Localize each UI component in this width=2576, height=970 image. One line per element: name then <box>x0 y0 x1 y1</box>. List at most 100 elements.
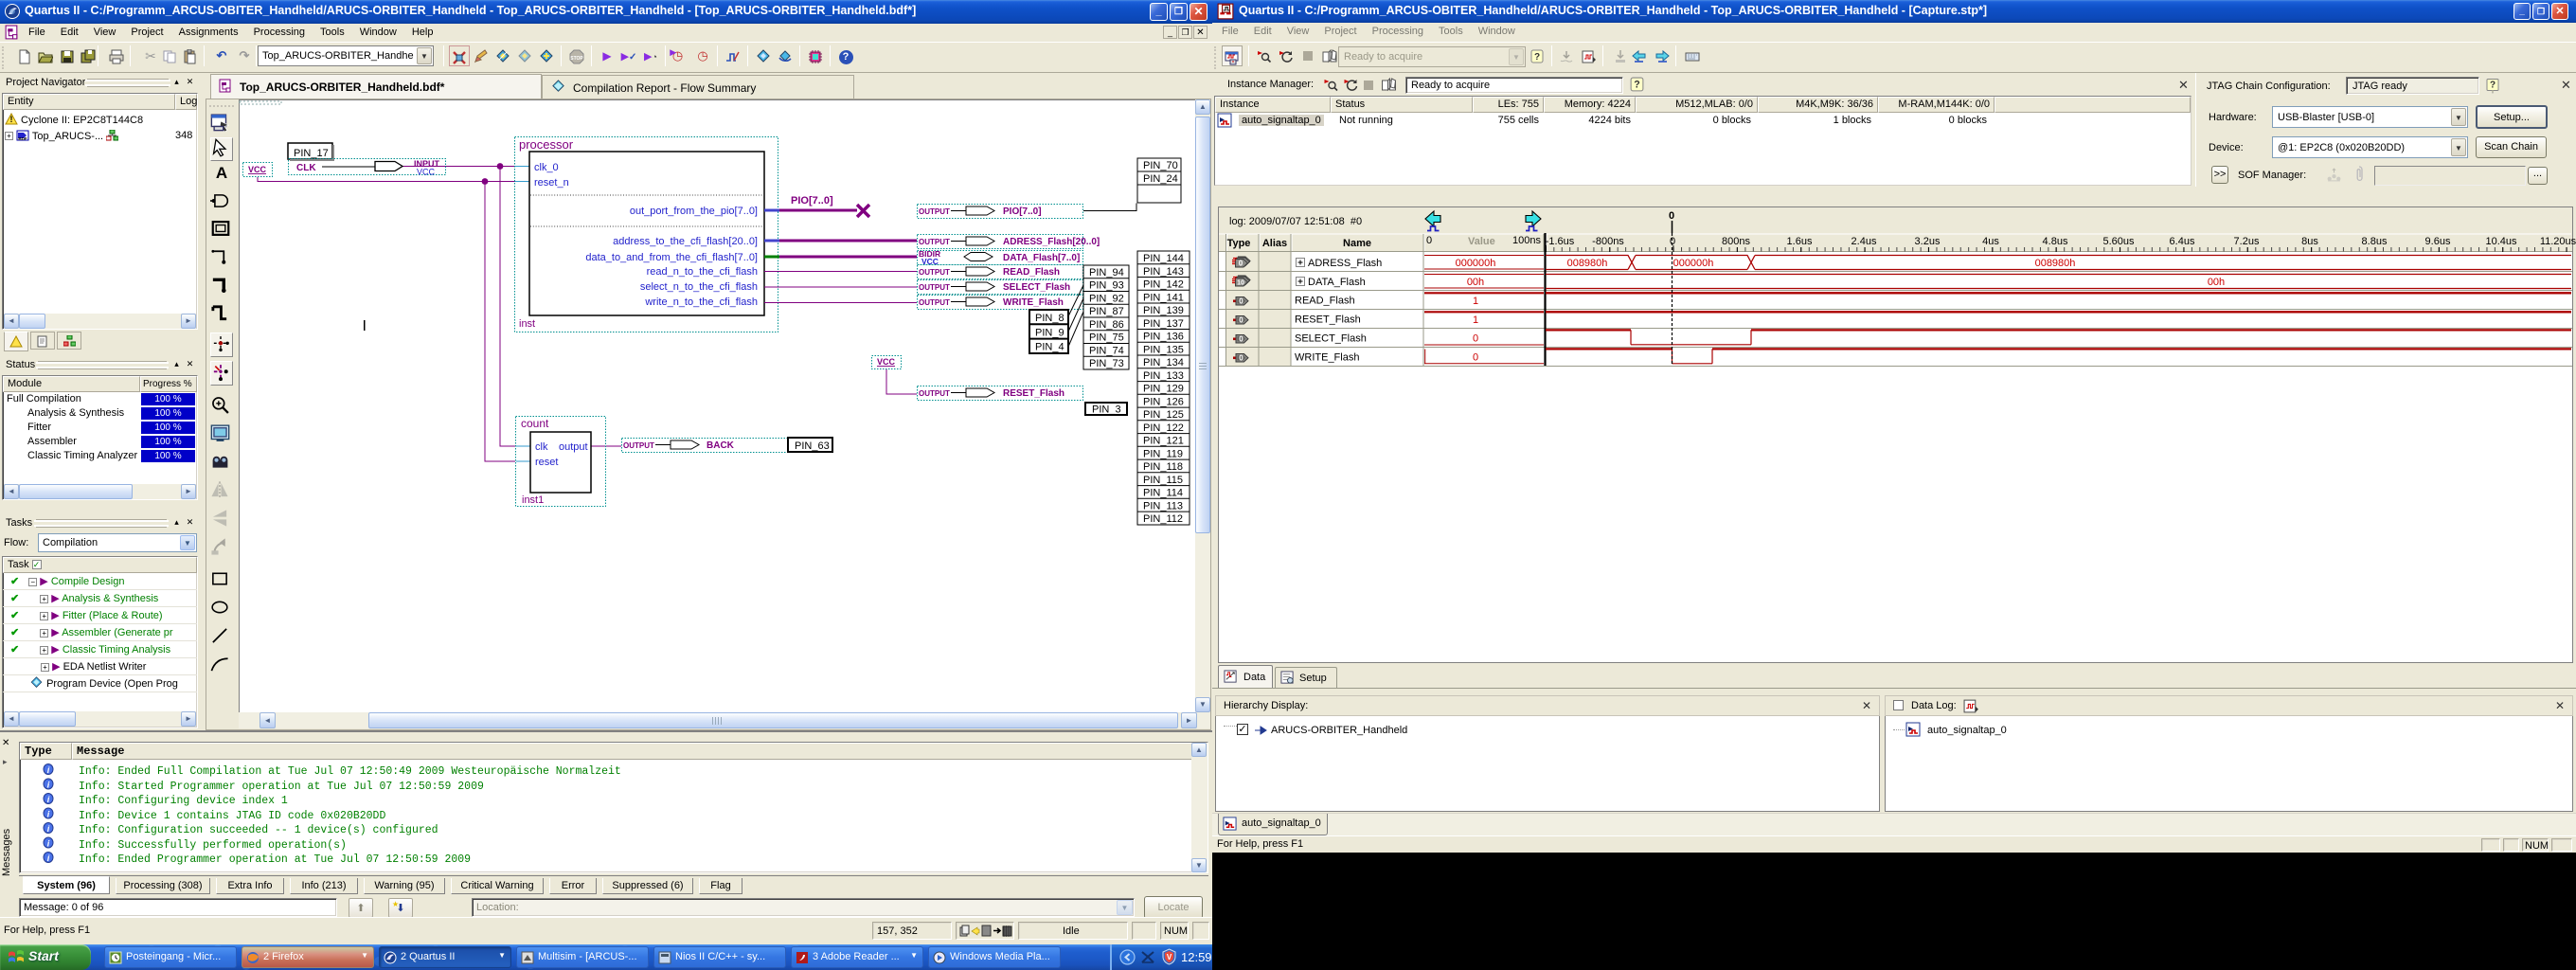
svg-text:4.8us: 4.8us <box>2043 236 2068 247</box>
svg-text:?: ? <box>2490 81 2496 91</box>
svg-text:9.6us: 9.6us <box>2425 236 2451 247</box>
svg-text:RESET_Flash: RESET_Flash <box>1295 314 1361 326</box>
svg-text:1: 1 <box>1473 296 1478 307</box>
svg-text:PIN_137: PIN_137 <box>1143 318 1184 330</box>
svg-text:VCC: VCC <box>248 165 267 174</box>
svg-text:1: 1 <box>1473 314 1478 326</box>
svg-text:7.2us: 7.2us <box>2234 236 2260 247</box>
svg-text:PIN_70: PIN_70 <box>1143 160 1178 171</box>
svg-text:reset_n: reset_n <box>534 177 569 189</box>
svg-text:100ns: 100ns <box>1512 235 1541 246</box>
svg-text:READ_Flash: READ_Flash <box>1295 296 1355 307</box>
svg-text:PIN_114: PIN_114 <box>1143 488 1183 499</box>
svg-text:OUTPUT: OUTPUT <box>919 238 950 246</box>
svg-text:address_to_the_cfi_flash[20..0: address_to_the_cfi_flash[20..0] <box>613 236 758 247</box>
svg-text:PIN_136: PIN_136 <box>1143 332 1184 343</box>
svg-text:WRITE_Flash: WRITE_Flash <box>1003 297 1064 308</box>
svg-text:PIN_121: PIN_121 <box>1143 436 1184 447</box>
svg-text:PIN_3: PIN_3 <box>1092 404 1121 416</box>
svg-text:0: 0 <box>1669 210 1674 222</box>
svg-text:0: 0 <box>1426 235 1432 246</box>
svg-text:PIN_8: PIN_8 <box>1035 313 1064 324</box>
svg-text:Alias: Alias <box>1262 238 1287 249</box>
svg-text:PIN_122: PIN_122 <box>1143 422 1184 434</box>
svg-text:SELECT_Flash: SELECT_Flash <box>1003 282 1070 293</box>
svg-text:10.4us: 10.4us <box>2485 236 2517 247</box>
svg-text:output: output <box>559 441 588 453</box>
svg-text:PIN_118: PIN_118 <box>1143 461 1183 473</box>
svg-text:PIN_143: PIN_143 <box>1143 266 1184 278</box>
svg-text:VCC: VCC <box>417 168 436 177</box>
svg-text:PIN_115: PIN_115 <box>1143 475 1183 486</box>
svg-text:008980h: 008980h <box>2035 258 2076 269</box>
svg-text:write_n_to_the_cfi_flash: write_n_to_the_cfi_flash <box>644 296 758 308</box>
svg-text:10: 10 <box>1237 280 1244 287</box>
svg-text:processor: processor <box>519 137 574 152</box>
svg-text:Name: Name <box>1343 238 1371 249</box>
svg-text:Type: Type <box>1227 238 1251 249</box>
svg-text:PIN_86: PIN_86 <box>1089 319 1124 331</box>
svg-text:6.4us: 6.4us <box>2170 236 2195 247</box>
svg-text:PIN_135: PIN_135 <box>1143 344 1184 355</box>
svg-text:PIN_9: PIN_9 <box>1035 327 1064 338</box>
svg-text:PIN_133: PIN_133 <box>1143 370 1184 382</box>
svg-text:PIN_119: PIN_119 <box>1143 448 1183 459</box>
svg-text:PIN_112: PIN_112 <box>1143 513 1183 525</box>
svg-text:Value: Value <box>1468 236 1495 247</box>
svg-text:-800ns: -800ns <box>1592 236 1624 247</box>
svg-text:PIN_92: PIN_92 <box>1089 294 1124 305</box>
svg-text:PIN_75: PIN_75 <box>1089 332 1124 344</box>
svg-text:CLK: CLK <box>296 163 316 173</box>
svg-text:BACK: BACK <box>707 440 735 451</box>
svg-text:PIN_113: PIN_113 <box>1143 500 1183 512</box>
svg-text:OUTPUT: OUTPUT <box>919 283 950 292</box>
svg-text:V: V <box>1167 953 1172 961</box>
svg-text:STOP: STOP <box>570 56 583 62</box>
svg-text:VCC: VCC <box>877 357 896 367</box>
svg-text:PIO[7..0]: PIO[7..0] <box>791 195 833 207</box>
svg-text:800ns: 800ns <box>1722 236 1750 247</box>
svg-text:OUTPUT: OUTPUT <box>919 298 950 307</box>
svg-text:PIN_73: PIN_73 <box>1089 358 1124 369</box>
svg-text:4us: 4us <box>1982 236 1999 247</box>
svg-text:DATA_Flash[7..0]: DATA_Flash[7..0] <box>1003 253 1080 263</box>
svg-text:-1.6us: -1.6us <box>1546 236 1575 247</box>
svg-text:PIN_126: PIN_126 <box>1143 396 1184 407</box>
svg-text:00h: 00h <box>2208 277 2225 288</box>
svg-text:WRITE_Flash: WRITE_Flash <box>1295 352 1359 364</box>
svg-text:000000h: 000000h <box>1456 258 1496 269</box>
svg-text:1.6us: 1.6us <box>1787 236 1813 247</box>
svg-text:PIN_4: PIN_4 <box>1035 342 1064 353</box>
svg-text:2.4us: 2.4us <box>1852 236 1877 247</box>
svg-text:PIN_94: PIN_94 <box>1089 267 1124 278</box>
svg-text:out_port_from_the_pio[7..0]: out_port_from_the_pio[7..0] <box>630 206 758 217</box>
svg-text:PIO[7..0]: PIO[7..0] <box>1003 207 1042 217</box>
svg-text:!: ! <box>10 115 13 124</box>
svg-text:3.2us: 3.2us <box>1915 236 1941 247</box>
svg-text:PIN_87: PIN_87 <box>1089 306 1124 317</box>
svg-text:PIN_93: PIN_93 <box>1089 280 1124 292</box>
svg-text:PIN_139: PIN_139 <box>1143 305 1184 316</box>
svg-text:PIN_141: PIN_141 <box>1143 292 1184 303</box>
svg-text:PIN_144: PIN_144 <box>1143 253 1184 264</box>
svg-text:PIN_134: PIN_134 <box>1143 357 1184 368</box>
svg-text:0: 0 <box>1473 352 1478 364</box>
svg-text:OUTPUT: OUTPUT <box>623 441 654 450</box>
svg-text:read_n_to_the_cfi_flash: read_n_to_the_cfi_flash <box>647 266 758 278</box>
svg-text:OUTPUT: OUTPUT <box>919 268 950 277</box>
svg-text:PIN_129: PIN_129 <box>1143 384 1184 395</box>
svg-text:?: ? <box>1534 52 1540 63</box>
svg-text:RESET_Flash: RESET_Flash <box>1003 388 1064 399</box>
svg-text:SELECT_Flash: SELECT_Flash <box>1295 333 1367 345</box>
svg-text:BDF: BDF <box>18 136 27 141</box>
svg-text:000000h: 000000h <box>1673 258 1714 269</box>
svg-text:OUTPUT: OUTPUT <box>919 389 950 398</box>
svg-text:8us: 8us <box>2301 236 2318 247</box>
svg-text:ADRESS_Flash[20..0]: ADRESS_Flash[20..0] <box>1003 237 1100 247</box>
svg-text:0: 0 <box>1473 333 1478 345</box>
svg-text:PIN_63: PIN_63 <box>795 440 830 452</box>
svg-text:PIN_142: PIN_142 <box>1143 279 1184 291</box>
svg-text:READ_Flash: READ_Flash <box>1003 267 1060 278</box>
svg-text:inst1: inst1 <box>522 494 544 506</box>
svg-text:11.20us: 11.20us <box>2540 236 2576 247</box>
